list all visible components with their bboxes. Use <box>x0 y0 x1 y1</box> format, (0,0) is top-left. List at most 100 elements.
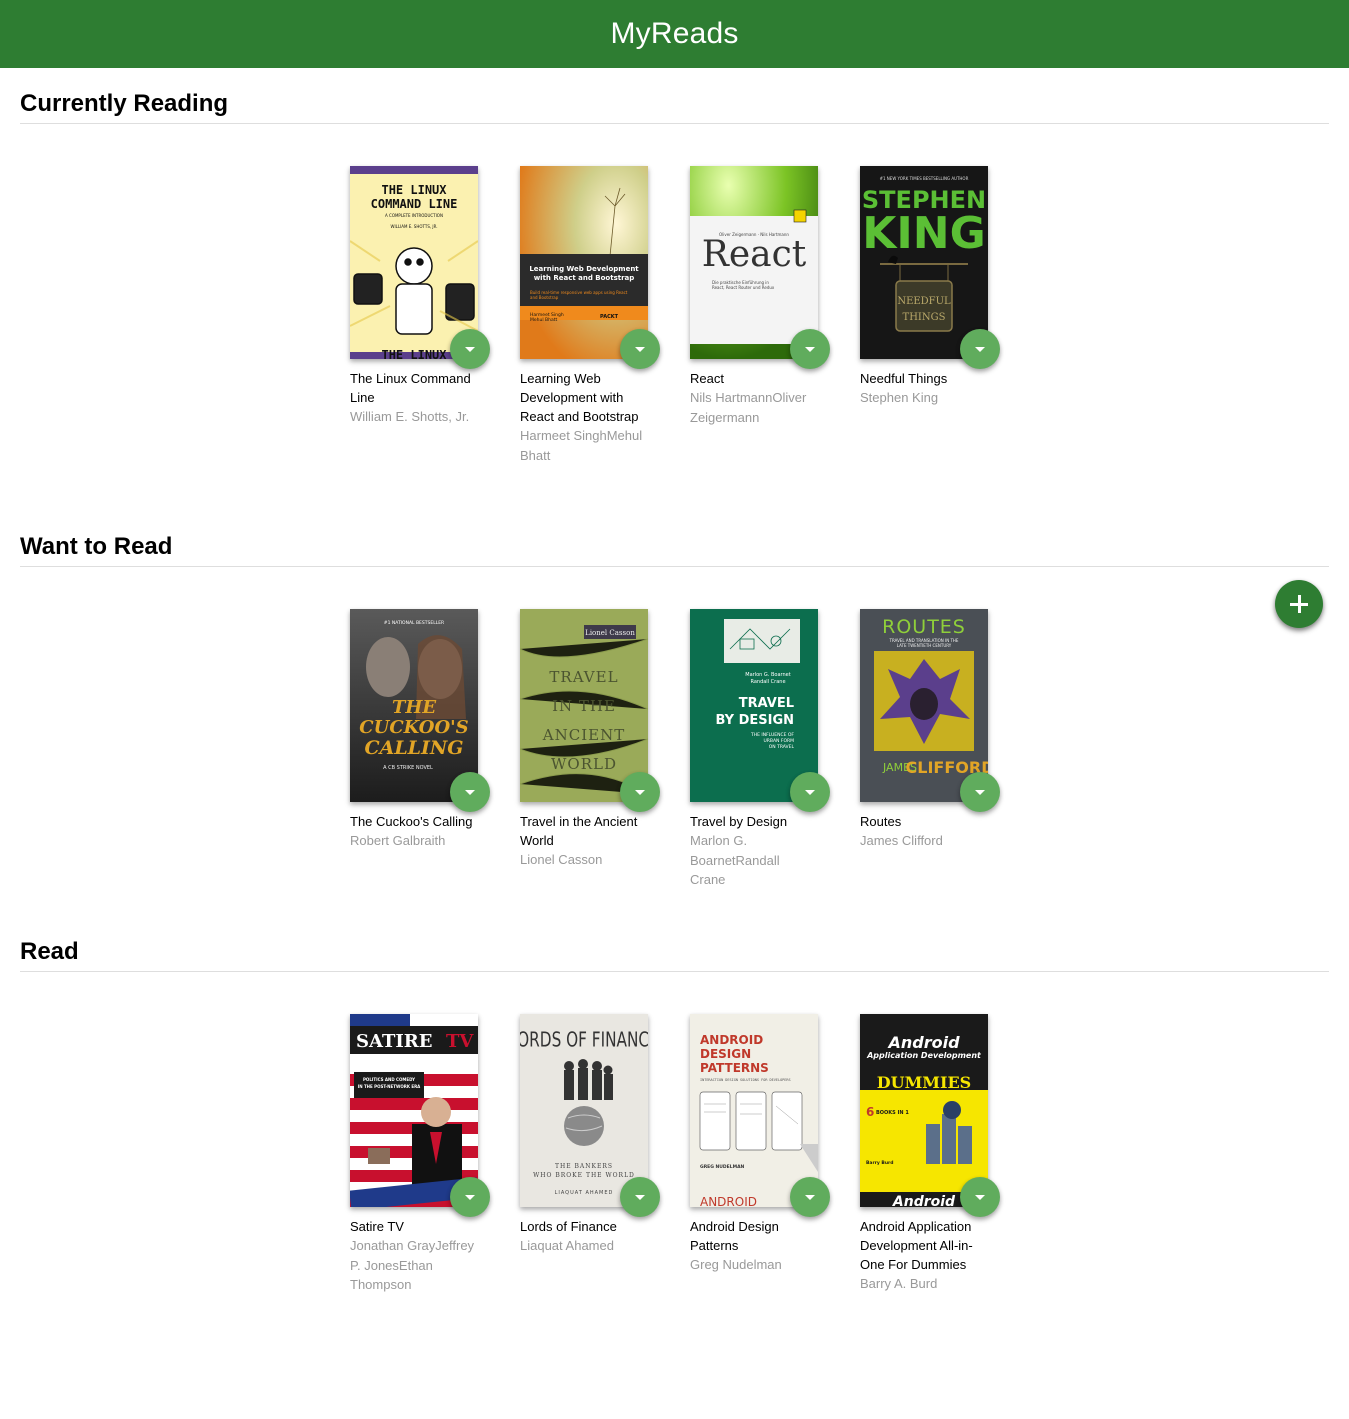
cover-badge-label: BOOKS IN 1 <box>876 1110 909 1116</box>
cover-subtitle: INTERACTION DESIGN SOLUTIONS FOR DEVELOP… <box>700 1078 791 1082</box>
cover-title: LORDS OF FINANCE <box>520 1029 648 1052</box>
shelf-changer-button[interactable] <box>450 1177 490 1217</box>
cover-title: SATIRE <box>356 1031 432 1052</box>
book-cover[interactable]: THE LINUX COMMAND LINE A COMPLETE INTROD… <box>350 166 478 359</box>
cover-subtitle-line1: THE BANKERS <box>555 1163 613 1170</box>
cover-bottom-text: ANDROID <box>700 1195 757 1207</box>
book-cover[interactable]: ROUTES TRAVEL AND TRANSLATION IN THE LAT… <box>860 609 988 802</box>
shelf-changer-button[interactable] <box>620 1177 660 1217</box>
shelf-title: Want to Read <box>20 535 1329 567</box>
book-cover[interactable]: SATIRE TV POLITICS AND COMEDY IN THE POS… <box>350 1014 478 1207</box>
shelf-changer-button[interactable] <box>790 772 830 812</box>
book-title: Learning Web Development with React and … <box>520 371 639 424</box>
book-cover-art: THE LINUX COMMAND LINE A COMPLETE INTROD… <box>350 166 478 359</box>
book-cover-art: Learning Web Development with React and … <box>520 166 648 359</box>
book-cover[interactable]: Oliver Zeigermann · Nils Hartmann React … <box>690 166 818 359</box>
cover-subtitle: A COMPLETE INTRODUCTION <box>385 213 443 218</box>
book-item: ROUTES TRAVEL AND TRANSLATION IN THE LAT… <box>860 609 1010 890</box>
book-item: #1 NEW YORK TIMES BESTSELLING AUTHOR STE… <box>860 166 1010 465</box>
book-cover[interactable]: Lionel Casson TRAVEL IN THE ANCIENT WORL… <box>520 609 648 802</box>
book-cover[interactable]: #1 NEW YORK TIMES BESTSELLING AUTHOR STE… <box>860 166 988 359</box>
book-title: Travel in the Ancient World <box>520 814 638 848</box>
book-title: Android Application Development All-in-O… <box>860 1219 973 1272</box>
cover-subtitle: #1 NATIONAL BESTSELLER <box>384 620 444 626</box>
book-cover[interactable]: LORDS OF FINANCE THE BANKERS WHO BROKE T… <box>520 1014 648 1207</box>
book-title: The Linux Command Line <box>350 371 471 405</box>
book-cover-art: ANDROID DESIGN PATTERNS INTERACTION DESI… <box>690 1014 818 1207</box>
cover-title-line2: IN THE <box>552 697 616 715</box>
book-title: Lords of Finance <box>520 1219 617 1234</box>
shelf-currently-reading: Currently Reading THE LINUX COMMAND LINE… <box>20 92 1329 463</box>
book-authors: James Clifford <box>860 833 943 848</box>
book-authors: Marlon G. BoarnetRandall Crane <box>690 833 780 887</box>
shelf-changer-button[interactable] <box>620 772 660 812</box>
book-cover[interactable]: Learning Web Development with React and … <box>520 166 648 359</box>
book-cover[interactable]: #1 NATIONAL BESTSELLER THE CUCKOO'S CALL… <box>350 609 478 802</box>
cover-subtitle-line2: IN THE POST-NETWORK ERA <box>358 1084 421 1089</box>
book-title: Routes <box>860 814 902 829</box>
cover-tagline: A CB STRIKE NOVEL <box>383 765 433 771</box>
book-authors: Liaquat Ahamed <box>520 1238 614 1253</box>
add-book-button[interactable] <box>1275 580 1323 628</box>
book-item: Oliver Zeigermann · Nils Hartmann React … <box>690 166 840 465</box>
book-grid: THE LINUX COMMAND LINE A COMPLETE INTROD… <box>350 166 1030 465</box>
cover-subtitle-line1: THE INFLUENCE OF <box>750 732 794 738</box>
book-title: Travel by Design <box>690 814 788 829</box>
cover-author: LIAQUAT AHAMED <box>555 1190 614 1196</box>
cover-subtitle: #1 NEW YORK TIMES BESTSELLING AUTHOR <box>880 176 969 181</box>
cover-title-line1: THE <box>392 697 436 718</box>
chevron-down-icon <box>465 789 475 795</box>
book-item: Learning Web Development with React and … <box>520 166 670 465</box>
book-cover-art: Lionel Casson TRAVEL IN THE ANCIENT WORL… <box>520 609 648 802</box>
book-item: THE LINUX COMMAND LINE A COMPLETE INTROD… <box>350 166 500 465</box>
cover-title-line1: Learning Web Development <box>529 265 639 273</box>
book-cover[interactable]: ANDROID DESIGN PATTERNS INTERACTION DESI… <box>690 1014 818 1207</box>
book-authors: Nils HartmannOliver Zeigermann <box>690 390 807 425</box>
book-cover[interactable]: Android Application Development DUMMIES … <box>860 1014 988 1207</box>
cover-series: DUMMIES <box>877 1073 971 1092</box>
shelf-changer-button[interactable] <box>790 329 830 369</box>
cover-title-line2: DESIGN <box>700 1047 751 1061</box>
cover-author-2: Randall Crane <box>750 679 785 685</box>
book-cover-art: Marlon G. Boarnet Randall Crane TRAVEL B… <box>690 609 818 802</box>
book-title: Needful Things <box>860 371 948 386</box>
book-item: ANDROID DESIGN PATTERNS INTERACTION DESI… <box>690 1014 840 1295</box>
cover-author-2: Mehul Bhatt <box>530 317 557 323</box>
chevron-down-icon <box>635 346 645 352</box>
book-authors: Robert Galbraith <box>350 833 446 848</box>
book-title: Android Design Patterns <box>690 1219 779 1253</box>
shelf-changer-button[interactable] <box>960 1177 1000 1217</box>
cover-subtitle-line2: LATE TWENTIETH CENTURY <box>897 643 952 648</box>
cover-author: Marlon G. Boarnet <box>745 672 790 678</box>
shelf-changer-button[interactable] <box>450 329 490 369</box>
cover-subtitle-line3: ON TRAVEL <box>769 744 795 750</box>
shelf-changer-button[interactable] <box>620 329 660 369</box>
shelf-changer-button[interactable] <box>960 329 1000 369</box>
cover-author: GREG NUDELMAN <box>700 1164 745 1170</box>
cover-title-line3: CALLING <box>364 737 463 759</box>
shelf-changer-button[interactable] <box>960 772 1000 812</box>
chevron-down-icon <box>805 1194 815 1200</box>
cover-title-line1: TRAVEL <box>549 668 618 686</box>
plus-icon <box>1290 595 1308 613</box>
cover-title-2: Application Development <box>866 1051 982 1060</box>
chevron-down-icon <box>635 1194 645 1200</box>
book-cover-art: Android Application Development DUMMIES … <box>860 1014 988 1207</box>
book-cover-art: LORDS OF FINANCE THE BANKERS WHO BROKE T… <box>520 1014 648 1207</box>
cover-author: Barry Burd <box>866 1160 893 1166</box>
cover-author: Lionel Casson <box>585 629 635 637</box>
chevron-down-icon <box>465 1194 475 1200</box>
cover-title-line2: CUCKOO'S <box>359 717 468 738</box>
cover-author: WILLIAM E. SHOTTS, JR. <box>391 224 438 229</box>
chevron-down-icon <box>975 346 985 352</box>
shelf-changer-button[interactable] <box>450 772 490 812</box>
cover-title-line1: THE LINUX <box>381 183 447 197</box>
cover-bottom-text: Android <box>892 1194 956 1207</box>
book-cover[interactable]: Marlon G. Boarnet Randall Crane TRAVEL B… <box>690 609 818 802</box>
cover-title-line3: PATTERNS <box>700 1061 769 1075</box>
shelf-changer-button[interactable] <box>790 1177 830 1217</box>
shelf-read: Read SATIRE TV POLITICS AND COMEDY IN TH… <box>20 940 1329 1292</box>
book-item: Lionel Casson TRAVEL IN THE ANCIENT WORL… <box>520 609 670 890</box>
book-authors: Harmeet SinghMehul Bhatt <box>520 428 643 463</box>
book-cover-art: Oliver Zeigermann · Nils Hartmann React … <box>690 166 818 359</box>
